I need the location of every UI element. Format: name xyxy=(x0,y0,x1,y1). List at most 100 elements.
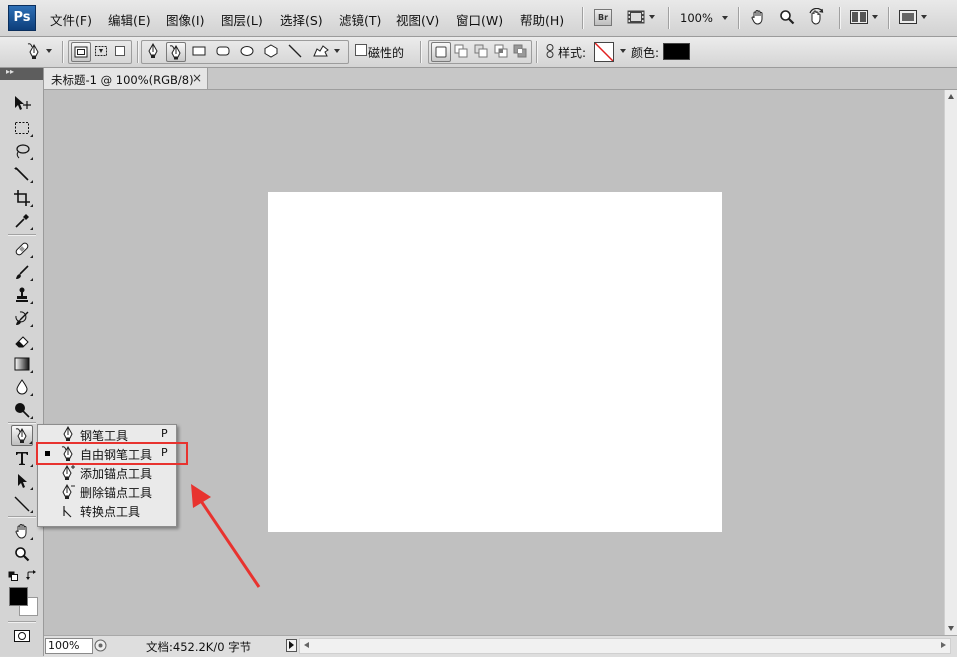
menu-window[interactable]: 窗口(W) xyxy=(456,10,503,29)
rectangle-tool-option[interactable] xyxy=(189,41,209,61)
intersect-shape-operation[interactable] xyxy=(491,41,511,61)
status-info-menu-button[interactable] xyxy=(286,639,297,652)
brush-tool[interactable] xyxy=(11,261,33,282)
scroll-down-icon[interactable] xyxy=(948,626,954,631)
zoom-level[interactable]: 100% xyxy=(680,11,713,25)
freeform-pen-icon xyxy=(15,427,27,443)
link-style-button[interactable] xyxy=(540,41,560,61)
zoom-field[interactable]: 100% xyxy=(45,638,93,654)
subtract-from-shape-operation[interactable] xyxy=(471,41,491,61)
pen-tool-flyout-menu: 钢笔工具 P 自由钢笔工具 P 添加锚点工具 删除锚点工具 转换点工具 xyxy=(37,424,177,527)
menu-edit[interactable]: 编辑(E) xyxy=(108,10,151,29)
rotate-view-button[interactable] xyxy=(807,7,825,27)
crop-icon xyxy=(14,189,30,206)
custom-shape-tool-option[interactable] xyxy=(309,41,343,61)
magnetic-checkbox[interactable] xyxy=(355,44,367,56)
default-colors-button[interactable] xyxy=(6,565,20,586)
move-tool[interactable] xyxy=(11,92,33,113)
path-selection-tool[interactable] xyxy=(11,470,33,491)
scroll-right-icon[interactable] xyxy=(941,642,946,648)
chevron-down-icon xyxy=(46,49,52,53)
paths-icon xyxy=(95,46,107,56)
document-canvas[interactable] xyxy=(268,192,722,532)
tools-panel: ▸▸ xyxy=(0,67,44,656)
move-icon xyxy=(15,95,31,110)
add-to-shape-operation[interactable] xyxy=(451,41,471,61)
horizontal-scrollbar[interactable] xyxy=(299,638,951,654)
polygon-tool-option[interactable] xyxy=(261,41,281,61)
menu-help[interactable]: 帮助(H) xyxy=(520,10,564,29)
magic-wand-icon xyxy=(14,166,29,181)
crop-tool[interactable] xyxy=(11,187,33,208)
menu-image[interactable]: 图像(I) xyxy=(166,10,204,29)
swap-colors-button[interactable] xyxy=(24,565,38,586)
shape-layers-button[interactable] xyxy=(71,42,91,62)
scroll-up-icon[interactable] xyxy=(948,94,954,99)
gradient-tool[interactable] xyxy=(11,353,33,374)
menu-select[interactable]: 选择(S) xyxy=(280,10,323,29)
close-icon[interactable]: × xyxy=(192,71,202,85)
type-tool[interactable] xyxy=(11,447,33,468)
style-picker-swatch[interactable] xyxy=(594,42,614,62)
pen-tool[interactable] xyxy=(11,425,33,446)
foreground-color-swatch[interactable] xyxy=(9,587,28,606)
screen-layout-button[interactable] xyxy=(627,7,655,27)
zoom-tool-button[interactable] xyxy=(779,7,795,27)
ellipse-tool-option[interactable] xyxy=(237,41,257,61)
freeform-pen-option[interactable] xyxy=(166,42,186,62)
ellipse-icon xyxy=(240,46,254,56)
hand-tool-button[interactable] xyxy=(750,7,766,27)
bridge-button[interactable]: Br xyxy=(594,7,612,27)
menu-item-add-anchor-point-tool[interactable]: 添加锚点工具 xyxy=(38,463,176,482)
zoom-tool[interactable] xyxy=(11,543,33,564)
blur-tool[interactable] xyxy=(11,376,33,397)
no-style-icon xyxy=(595,43,613,61)
divider xyxy=(738,7,740,29)
document-tab[interactable]: 未标题-1 @ 100%(RGB/8) × xyxy=(44,68,208,89)
rounded-rectangle-tool-option[interactable] xyxy=(213,41,233,61)
menu-filter[interactable]: 滤镜(T) xyxy=(339,10,381,29)
exclude-overlap-operation[interactable] xyxy=(510,41,530,61)
menu-item-convert-point-tool[interactable]: 转换点工具 xyxy=(38,501,176,520)
chevron-down-icon[interactable] xyxy=(620,49,626,53)
menu-layer[interactable]: 图层(L) xyxy=(221,10,263,29)
freeform-pen-icon xyxy=(27,43,39,59)
chevron-down-icon[interactable] xyxy=(722,16,728,20)
line-tool-option[interactable] xyxy=(285,41,305,61)
healing-brush-tool[interactable] xyxy=(11,238,33,259)
vertical-scrollbar[interactable] xyxy=(944,90,957,635)
tools-panel-header[interactable]: ▸▸ xyxy=(0,67,43,80)
paths-button[interactable] xyxy=(91,41,111,61)
menu-file[interactable]: 文件(F) xyxy=(50,10,92,29)
divider xyxy=(8,422,36,424)
scroll-left-icon[interactable] xyxy=(304,642,309,648)
dodge-tool[interactable] xyxy=(11,399,33,420)
arrange-documents-button[interactable] xyxy=(850,7,878,27)
screen-mode-button[interactable] xyxy=(899,7,927,27)
divider xyxy=(668,7,670,29)
chevron-down-icon xyxy=(921,15,927,19)
menu-item-label: 转换点工具 xyxy=(80,505,141,519)
marquee-tool[interactable] xyxy=(11,117,33,138)
hand-tool[interactable] xyxy=(11,520,33,541)
lasso-tool[interactable] xyxy=(11,140,33,161)
eraser-tool[interactable] xyxy=(11,330,33,351)
rounded-rectangle-icon xyxy=(216,46,230,56)
color-swatch[interactable] xyxy=(663,43,690,60)
arrow-icon xyxy=(18,473,27,488)
status-menu-icon[interactable] xyxy=(94,639,107,652)
fill-pixels-button[interactable] xyxy=(110,41,130,61)
add-to-shape-icon xyxy=(454,44,468,58)
eyedropper-tool[interactable] xyxy=(11,210,33,231)
hand-icon xyxy=(15,523,27,539)
history-brush-tool[interactable] xyxy=(11,307,33,328)
menu-view[interactable]: 视图(V) xyxy=(396,10,439,29)
clone-stamp-tool[interactable] xyxy=(11,284,33,305)
quick-selection-tool[interactable] xyxy=(11,163,33,184)
quick-mask-button[interactable] xyxy=(11,625,33,646)
line-tool[interactable] xyxy=(11,493,33,514)
menu-item-delete-anchor-point-tool[interactable]: 删除锚点工具 xyxy=(38,482,176,501)
tool-preset-picker[interactable] xyxy=(24,41,54,61)
new-layer-operation[interactable] xyxy=(431,42,451,62)
pen-tool-option[interactable] xyxy=(143,41,163,61)
